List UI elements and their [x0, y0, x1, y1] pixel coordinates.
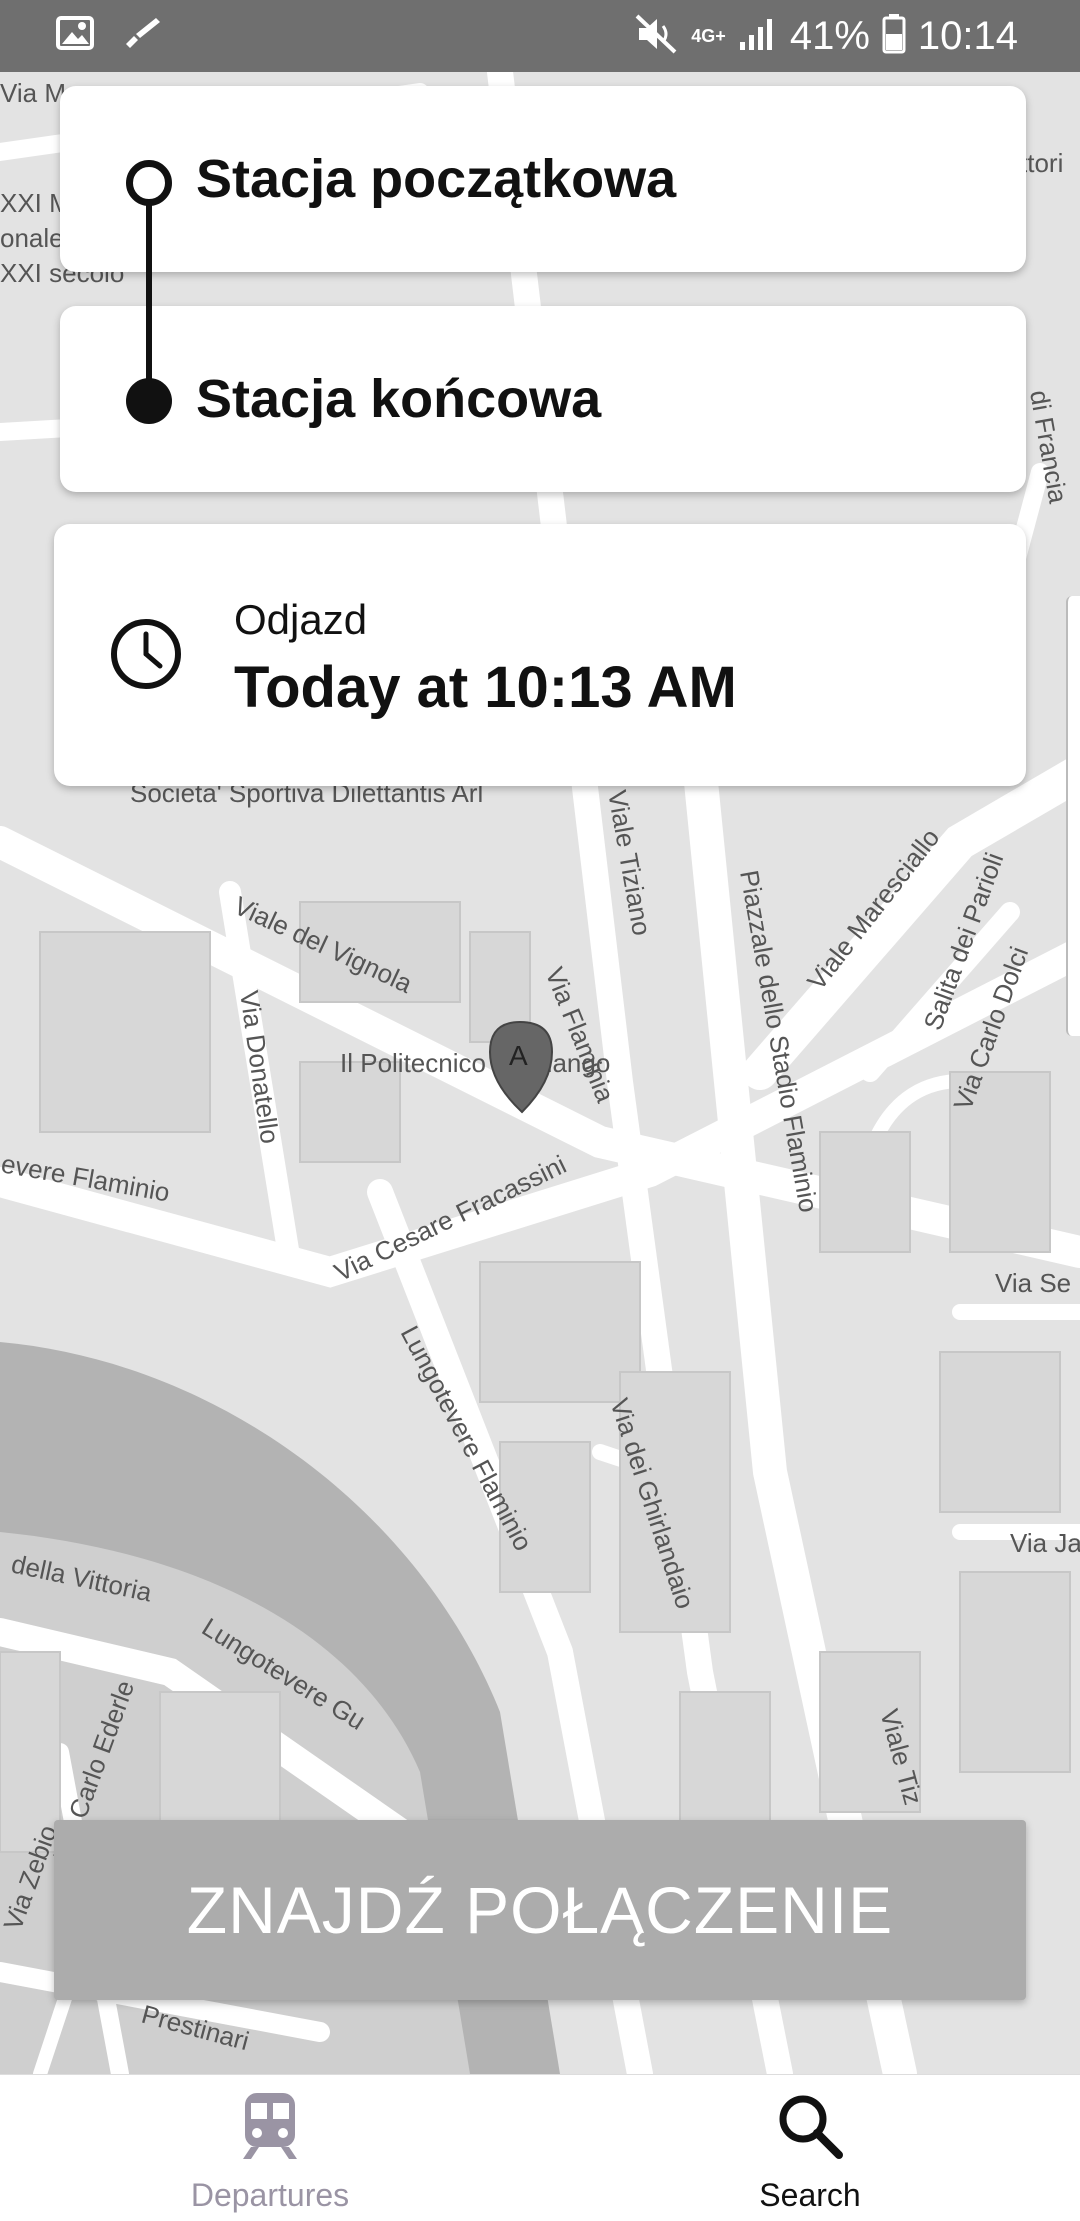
start-point-icon: [126, 160, 172, 206]
signal-icon: [738, 16, 778, 57]
nav-departures[interactable]: Departures: [0, 2075, 540, 2221]
nav-search-label: Search: [759, 2177, 861, 2213]
train-icon: [243, 2093, 297, 2159]
end-point-icon: [126, 378, 172, 424]
clock-time: 10:14: [917, 13, 1018, 58]
battery-percent: 41%: [789, 13, 870, 58]
search-icon: [779, 2095, 843, 2159]
image-icon: [56, 16, 94, 55]
map-label: Via Se: [995, 1268, 1071, 1298]
departure-time-value: Today at 10:13 AM: [234, 655, 737, 720]
brush-check-icon: [122, 16, 162, 55]
nav-departures-label: Departures: [190, 2177, 350, 2213]
map-label: Via Ja: [1010, 1528, 1080, 1558]
nav-search[interactable]: Search: [540, 2075, 1080, 2221]
map-label: Il Politecnico Fandango: [340, 1048, 610, 1078]
map-scroll-handle[interactable]: [1066, 596, 1080, 1036]
end-station-field[interactable]: Stacja końcowa: [60, 306, 1026, 492]
map-label: ttori: [1020, 148, 1063, 178]
clock-icon: [111, 619, 181, 689]
end-station-placeholder: Stacja końcowa: [196, 369, 602, 429]
find-connection-button[interactable]: ZNAJDŹ POŁĄCZENIE: [54, 1820, 1026, 2000]
map-label: onale: [0, 223, 64, 253]
marker-label: A: [509, 1040, 528, 1071]
battery-icon: [882, 13, 906, 59]
bottom-navigation: Departures Search: [0, 2074, 1080, 2221]
route-connector-line: [146, 182, 152, 400]
departure-caption: Odjazd: [234, 596, 368, 643]
mute-icon: [635, 14, 679, 59]
departure-time-card[interactable]: Odjazd Today at 10:13 AM: [54, 524, 1026, 786]
network-type: 4G+: [691, 26, 726, 46]
start-station-placeholder: Stacja początkowa: [196, 149, 677, 209]
start-station-field[interactable]: Stacja początkowa: [60, 86, 1026, 272]
status-bar: 4G+ 41% 10:14: [0, 0, 1080, 72]
map-label: Via M: [0, 78, 66, 108]
